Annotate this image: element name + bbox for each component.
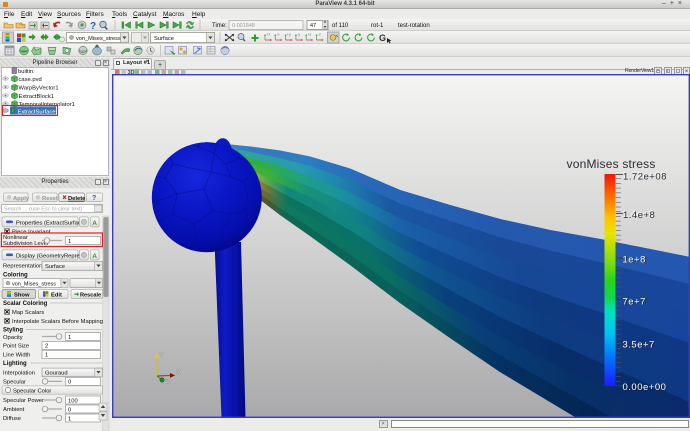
svg-text:Line Width: Line Width [3, 353, 30, 359]
svg-text:WarpByVector1: WarpByVector1 [19, 85, 59, 91]
svg-text:Interpolation: Interpolation [3, 371, 35, 377]
svg-text:-z: -z [318, 32, 321, 37]
svg-text:Representation: Representation [3, 264, 42, 270]
svg-text:Lighting: Lighting [3, 361, 27, 367]
svg-text:Surface: Surface [154, 36, 174, 42]
svg-text:1e+8: 1e+8 [623, 254, 646, 265]
svg-text:X: X [177, 370, 181, 376]
svg-text:von_Mises_stress: von_Mises_stress [76, 36, 121, 42]
svg-text:Diffuse: Diffuse [3, 416, 21, 422]
svg-text:1: 1 [68, 335, 71, 341]
svg-text:case.pvd: case.pvd [19, 77, 42, 83]
svg-text:Specular Color: Specular Color [13, 389, 51, 395]
svg-text:ExtractBlock1: ExtractBlock1 [19, 94, 54, 100]
svg-text:0.001848: 0.001848 [232, 23, 255, 29]
svg-text:Properties (ExtractSurface: Properties (ExtractSurface [16, 221, 84, 227]
svg-text:vonMises stress: vonMises stress [567, 157, 656, 171]
svg-text:-x: -x [276, 32, 279, 37]
svg-text:?: ? [92, 195, 96, 202]
svg-text:rot-1: rot-1 [371, 23, 384, 29]
svg-text:1: 1 [68, 416, 71, 422]
svg-text:?: ? [90, 21, 96, 31]
svg-text:Gouraud: Gouraud [45, 371, 68, 377]
svg-text:3.5e+7: 3.5e+7 [623, 339, 655, 350]
svg-text:0: 0 [68, 407, 71, 413]
svg-text:Surface: Surface [45, 264, 65, 270]
svg-text:Styling: Styling [3, 328, 23, 334]
svg-text:7e+7: 7e+7 [623, 296, 646, 307]
svg-text:test-rotation: test-rotation [398, 23, 430, 29]
svg-text:Time:: Time: [212, 23, 227, 29]
svg-text:Reset: Reset [42, 196, 58, 202]
svg-text:0: 0 [68, 380, 71, 386]
svg-text:Ambient: Ambient [3, 407, 25, 413]
svg-text:Search ... (use Esc to clear t: Search ... (use Esc to clear text) [4, 207, 82, 213]
svg-text:Map Scalars: Map Scalars [12, 310, 44, 316]
svg-text:1.4e+8: 1.4e+8 [623, 210, 655, 221]
svg-text:of 110: of 110 [332, 23, 349, 29]
svg-text:Specular: Specular [3, 380, 26, 386]
svg-text:Scalar Coloring: Scalar Coloring [3, 301, 48, 307]
svg-text:Show: Show [14, 292, 30, 298]
svg-text:Delete: Delete [68, 196, 86, 202]
svg-text:1.72e+08: 1.72e+08 [623, 171, 667, 182]
svg-text:von_Mises_stress: von_Mises_stress [12, 282, 56, 288]
svg-text:Point Size: Point Size [3, 344, 29, 350]
svg-text:Coloring: Coloring [3, 273, 28, 279]
svg-text:Z: Z [166, 379, 170, 385]
svg-text:-y: -y [297, 32, 300, 37]
svg-text:+z: +z [307, 32, 311, 37]
svg-text:Opacity: Opacity [3, 335, 23, 341]
svg-text:Rescale: Rescale [80, 292, 101, 298]
svg-text:builtin:: builtin: [18, 69, 35, 75]
svg-text:Y: Y [160, 353, 164, 359]
svg-text:+y: +y [287, 32, 291, 37]
svg-text:ExtractSurface1: ExtractSurface1 [18, 109, 59, 115]
svg-text:+x: +x [266, 32, 270, 37]
svg-text:0.00e+00: 0.00e+00 [623, 382, 667, 393]
svg-text:Edit: Edit [51, 292, 62, 298]
svg-text:2: 2 [45, 344, 48, 350]
svg-text:A: A [92, 253, 97, 260]
svg-text:G: G [379, 33, 386, 43]
svg-text:Display (GeometryRepres: Display (GeometryRepres [16, 254, 83, 260]
svg-text:47: 47 [310, 23, 316, 29]
svg-text:Specular Power: Specular Power [3, 398, 44, 404]
svg-text:Apply: Apply [13, 196, 30, 202]
svg-text:Interpolate Scalars Before Map: Interpolate Scalars Before Mapping [12, 319, 103, 325]
svg-text:1: 1 [45, 353, 48, 359]
svg-text:1: 1 [68, 239, 71, 245]
svg-text:A: A [92, 220, 97, 227]
svg-text:100: 100 [68, 398, 78, 404]
